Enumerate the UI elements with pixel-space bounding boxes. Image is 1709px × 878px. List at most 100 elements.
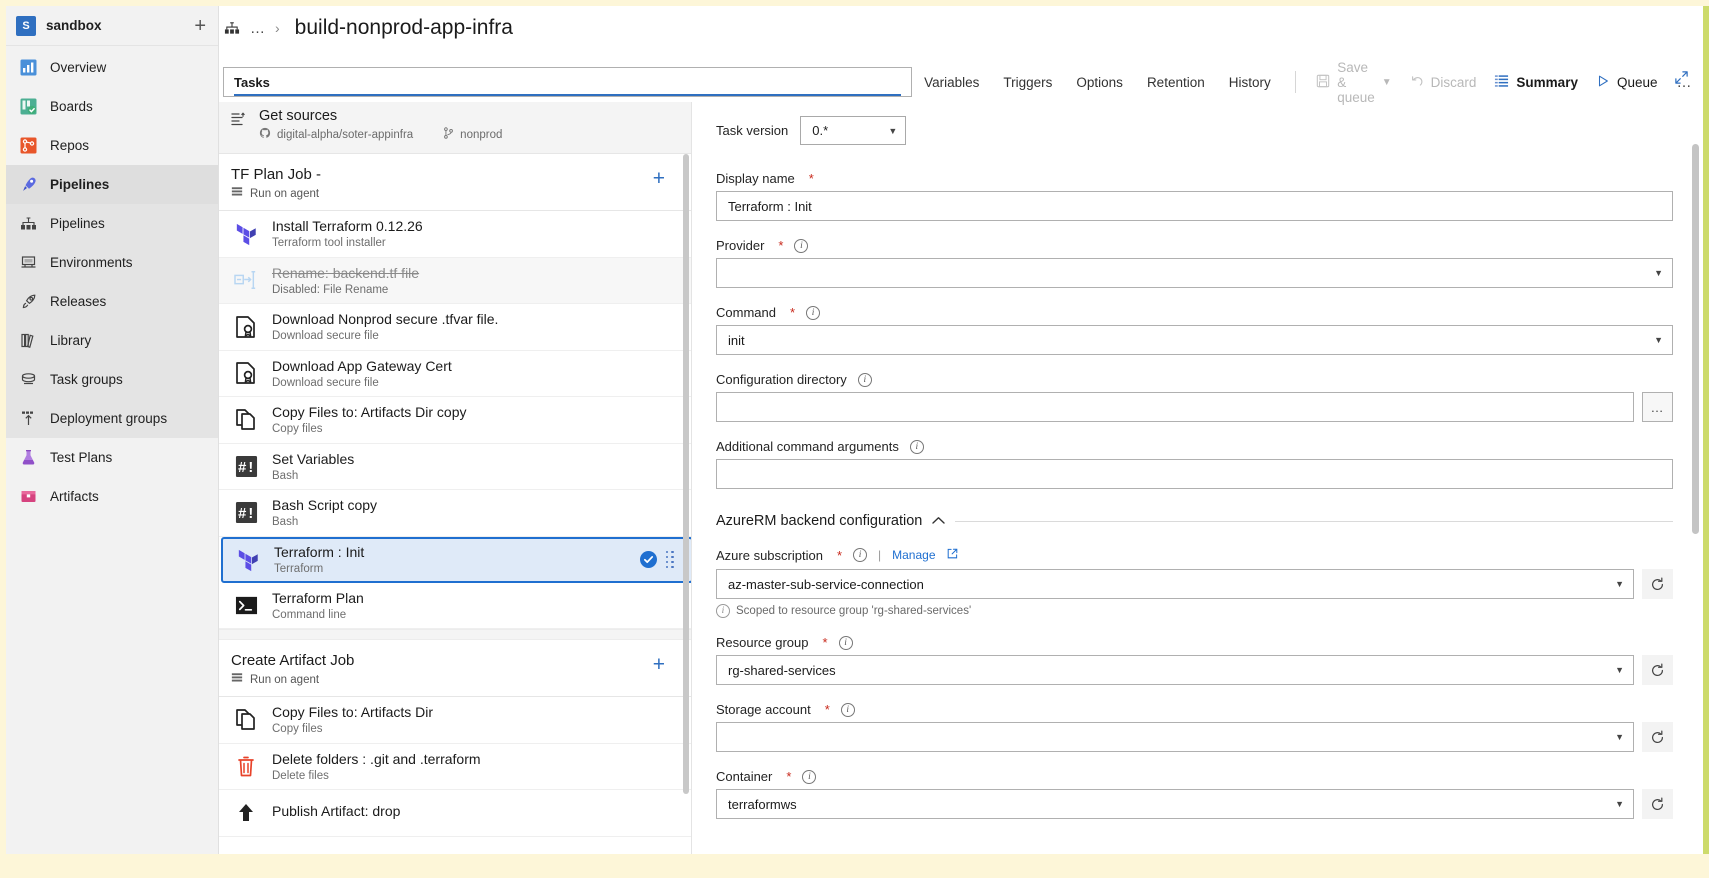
azurerm-backend-section-header[interactable]: AzureRM backend configuration <box>716 512 1673 530</box>
copy-files-icon <box>233 407 259 433</box>
svg-text:#!: #! <box>237 461 254 477</box>
form-scrollbar[interactable] <box>1692 144 1699 534</box>
info-icon[interactable]: i <box>794 238 809 253</box>
sidebar-item-label: Repos <box>50 138 90 153</box>
additional-arguments-input[interactable] <box>716 459 1673 489</box>
container-select[interactable]: terraformws ▼ <box>716 789 1634 819</box>
sidebar-item-deployment-groups[interactable]: Deployment groups <box>6 399 218 438</box>
task-list-scrollbar[interactable] <box>683 154 689 794</box>
configuration-directory-input[interactable] <box>716 392 1634 422</box>
info-icon[interactable]: i <box>853 548 868 562</box>
tab-history[interactable]: History <box>1217 62 1283 102</box>
sidebar-item-label: Pipelines <box>50 177 110 192</box>
manage-link[interactable]: Manage <box>892 548 935 562</box>
required-marker: * <box>789 305 796 320</box>
expand-icon[interactable] <box>1674 70 1689 90</box>
resource-group-field: Resource group * i rg-shared-services ▼ <box>716 635 1673 685</box>
task-name: Rename: backend.tf file <box>272 264 420 281</box>
job-header[interactable]: TF Plan Job - Run on agent + <box>219 154 691 211</box>
get-sources-row[interactable]: Get sources digital-alpha/soter-appinfra <box>219 102 691 154</box>
info-icon[interactable]: i <box>840 702 855 717</box>
resource-group-select[interactable]: rg-shared-services ▼ <box>716 655 1634 685</box>
sidebar-item-repos[interactable]: Repos <box>6 126 218 165</box>
secure-file-icon <box>233 314 259 340</box>
task-row[interactable]: Download Nonprod secure .tfvar file. Dow… <box>219 304 691 351</box>
breadcrumb-separator: › <box>275 20 280 36</box>
command-select[interactable]: init ▼ <box>716 325 1673 355</box>
task-row[interactable]: Download App Gateway Cert Download secur… <box>219 350 691 397</box>
task-enabled-check-icon[interactable] <box>639 551 657 568</box>
bash-icon: #! <box>233 500 259 526</box>
tab-retention[interactable]: Retention <box>1135 62 1217 102</box>
branch-name: nonprod <box>460 128 503 141</box>
project-header[interactable]: S sandbox + <box>6 6 218 46</box>
task-version-select[interactable]: 0.* ▼ <box>800 116 907 145</box>
sidebar-item-boards[interactable]: Boards <box>6 87 218 126</box>
tab-triggers[interactable]: Triggers <box>991 62 1064 102</box>
task-row-selected[interactable]: Terraform : Init Terraform <box>221 536 691 583</box>
azure-subscription-select[interactable]: az-master-sub-service-connection ▼ <box>716 569 1634 599</box>
tab-options[interactable]: Options <box>1064 62 1135 102</box>
container-label-row: Container * i <box>716 769 1673 784</box>
publish-icon <box>233 800 259 826</box>
resource-group-label: Resource group <box>716 635 809 650</box>
provider-field: Provider * i ▼ <box>716 238 1673 288</box>
job-header[interactable]: Create Artifact Job Run on agent + <box>219 640 691 697</box>
scoped-note-row: i Scoped to resource group 'rg-shared-se… <box>716 604 1673 618</box>
add-task-button[interactable]: + <box>653 168 665 189</box>
task-name: Publish Artifact: drop <box>272 803 401 820</box>
browse-button[interactable]: … <box>1642 392 1673 422</box>
sidebar-item-environments[interactable]: Environments <box>6 243 218 282</box>
display-name-input[interactable]: Terraform : Init <box>716 191 1673 221</box>
chevron-down-icon: ▼ <box>1615 665 1624 675</box>
tab-variables[interactable]: Variables <box>912 62 991 102</box>
sidebar-item-library[interactable]: Library <box>6 321 218 360</box>
storage-account-select[interactable]: ▼ <box>716 722 1634 752</box>
get-sources-title: Get sources <box>259 108 338 124</box>
info-icon[interactable]: i <box>838 635 853 650</box>
refresh-resource-group-button[interactable] <box>1642 655 1673 685</box>
refresh-azure-subscription-button[interactable] <box>1642 569 1673 599</box>
sidebar-item-overview[interactable]: Overview <box>6 48 218 87</box>
add-project-button[interactable]: + <box>194 16 206 36</box>
summary-button[interactable]: Summary <box>1485 66 1587 98</box>
tab-tasks[interactable]: Tasks <box>223 67 913 97</box>
content-split: Get sources digital-alpha/soter-appinfra <box>219 102 1703 878</box>
provider-select[interactable]: ▼ <box>716 258 1673 288</box>
display-name-label-row: Display name * <box>716 171 1673 186</box>
task-text: Copy Files to: Artifacts Dir Copy files <box>272 704 691 735</box>
queue-button[interactable]: Queue <box>1587 66 1667 98</box>
task-row[interactable]: Install Terraform 0.12.26 Terraform tool… <box>219 211 691 258</box>
play-icon <box>1596 74 1610 91</box>
refresh-storage-account-button[interactable] <box>1642 722 1673 752</box>
task-row[interactable]: Terraform Plan Command line <box>219 582 691 629</box>
info-icon[interactable]: i <box>802 769 817 784</box>
task-row[interactable]: #! Bash Script copy Bash <box>219 490 691 537</box>
save-icon <box>1316 74 1330 91</box>
task-row[interactable]: Copy Files to: Artifacts Dir Copy files <box>219 697 691 744</box>
info-icon[interactable]: i <box>806 305 821 320</box>
external-link-icon[interactable] <box>947 546 958 564</box>
sidebar-item-releases[interactable]: Releases <box>6 282 218 321</box>
task-row[interactable]: #! Set Variables Bash <box>219 443 691 490</box>
task-row[interactable]: Copy Files to: Artifacts Dir copy Copy f… <box>219 397 691 444</box>
task-row[interactable]: Rename: backend.tf file Disabled: File R… <box>219 257 691 304</box>
task-text: Set Variables Bash <box>272 451 691 482</box>
chevron-down-icon: ▼ <box>888 125 898 136</box>
sidebar-item-test-plans[interactable]: Test Plans <box>6 438 218 477</box>
info-icon[interactable]: i <box>909 439 924 454</box>
info-icon[interactable]: i <box>857 372 872 387</box>
refresh-container-button[interactable] <box>1642 789 1673 819</box>
drag-handle-icon[interactable] <box>665 550 675 569</box>
sidebar-item-pipelines-sub[interactable]: Pipelines <box>6 204 218 243</box>
add-task-button[interactable]: + <box>653 654 665 675</box>
sidebar-item-artifacts[interactable]: Artifacts <box>6 477 218 516</box>
task-row[interactable]: Publish Artifact: drop <box>219 790 691 837</box>
task-row[interactable]: Delete folders : .git and .terraform Del… <box>219 743 691 790</box>
sidebar-item-pipelines[interactable]: Pipelines <box>6 165 218 204</box>
breadcrumb-ellipsis[interactable]: … <box>250 20 266 37</box>
sidebar-item-label: Releases <box>50 294 107 309</box>
artifacts-icon <box>18 487 38 507</box>
sidebar-item-task-groups[interactable]: Task groups <box>6 360 218 399</box>
sidebar-item-label: Artifacts <box>50 489 99 504</box>
